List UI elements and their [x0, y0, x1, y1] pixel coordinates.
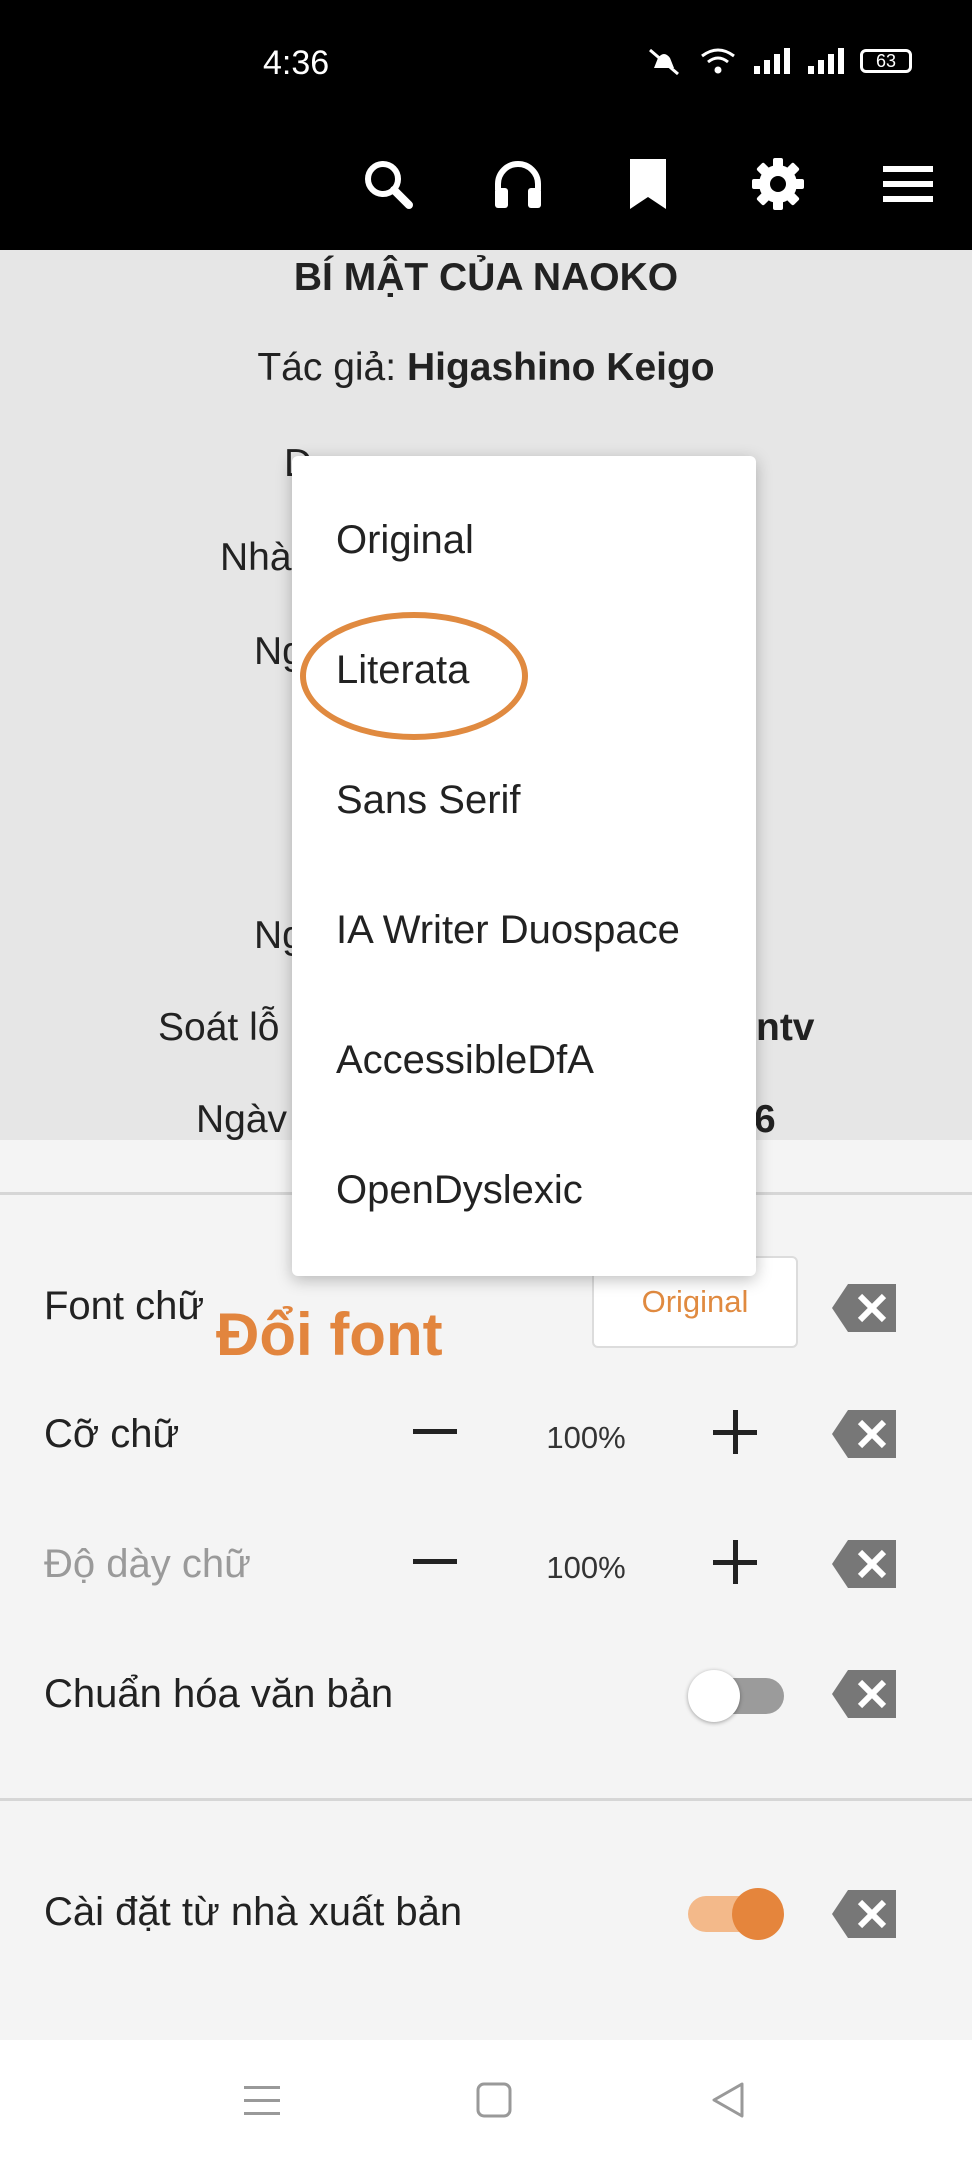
search-button[interactable] — [348, 144, 428, 224]
back-icon — [712, 2082, 744, 2118]
publisher-settings-toggle[interactable] — [688, 1888, 784, 1940]
size-value: 100% — [546, 1420, 626, 1455]
font-option-ia-writer-duospace[interactable]: IA Writer Duospace — [336, 908, 680, 953]
battery-level: 63 — [875, 50, 897, 71]
hamburger-icon — [883, 166, 933, 202]
home-icon — [476, 2082, 512, 2118]
publisher-line-fragment: Nhà — [220, 536, 292, 579]
book-title: BÍ MẬT CỦA NAOKO — [293, 256, 679, 299]
weight-decrease-button[interactable] — [400, 1527, 470, 1597]
bookmark-icon — [630, 159, 666, 209]
settings-button[interactable] — [738, 144, 818, 224]
size-reset-button[interactable] — [830, 1408, 898, 1460]
size-decrease-button[interactable] — [400, 1397, 470, 1467]
minus-icon — [413, 1429, 457, 1434]
reader-toolbar — [0, 118, 972, 250]
weight-label: Độ dày chữ — [44, 1542, 251, 1586]
normalize-label: Chuẩn hóa văn bản — [44, 1672, 394, 1716]
signal-icon-2 — [808, 48, 844, 74]
font-option-opendyslexic[interactable]: OpenDyslexic — [336, 1168, 583, 1213]
proofread-line-fragment: Soát lỗ — [158, 1006, 280, 1049]
recent-apps-button[interactable] — [230, 2068, 294, 2132]
backspace-icon — [832, 1890, 896, 1938]
proofread-line-tail: ntv — [756, 1006, 815, 1049]
signal-icon — [754, 48, 790, 74]
system-nav-bar — [0, 2040, 972, 2160]
author-name: Higashino Keigo — [406, 346, 715, 389]
weight-increase-button[interactable] — [700, 1527, 770, 1597]
date-line-fragment: Ngàv — [196, 1098, 288, 1141]
listen-button[interactable] — [478, 144, 558, 224]
normalize-toggle-knob — [688, 1670, 740, 1722]
font-option-sans-serif[interactable]: Sans Serif — [336, 778, 521, 823]
gear-icon — [752, 158, 804, 210]
font-option-accessibledfa[interactable]: AccessibleDfA — [336, 1038, 594, 1083]
publisher-reset-button[interactable] — [830, 1888, 898, 1940]
battery-icon: 63 — [860, 49, 912, 73]
status-icons: 63 — [644, 46, 912, 76]
normalize-toggle[interactable] — [688, 1670, 784, 1722]
home-button[interactable] — [462, 2068, 526, 2132]
font-label: Font chữ — [44, 1284, 205, 1328]
font-dropdown-menu: Original Literata Sans Serif IA Writer D… — [292, 456, 756, 1276]
annotation-label: Đổi font — [216, 1301, 443, 1368]
backspace-icon — [832, 1670, 896, 1718]
status-bar: 4:36 63 — [0, 0, 972, 118]
wifi-icon — [701, 48, 735, 74]
backspace-icon — [832, 1284, 896, 1332]
size-label: Cỡ chữ — [44, 1412, 180, 1456]
publisher-toggle-knob — [732, 1888, 784, 1940]
headphones-icon — [495, 161, 541, 208]
plus-icon — [713, 1410, 757, 1454]
mute-icon — [649, 48, 679, 76]
weight-value: 100% — [546, 1550, 626, 1585]
backspace-icon — [832, 1410, 896, 1458]
size-increase-button[interactable] — [700, 1397, 770, 1467]
highlight-ring — [300, 612, 528, 740]
panel-divider-middle — [0, 1798, 972, 1801]
search-icon — [365, 161, 413, 209]
normalize-reset-button[interactable] — [830, 1668, 898, 1720]
bookmark-button[interactable] — [608, 144, 688, 224]
menu-button[interactable] — [868, 144, 948, 224]
weight-reset-button[interactable] — [830, 1538, 898, 1590]
author-label: Tác giả: — [257, 346, 407, 389]
plus-icon — [713, 1540, 757, 1584]
status-time: 4:36 — [263, 44, 330, 82]
font-option-original[interactable]: Original — [336, 518, 474, 563]
date-line-tail: 6 — [754, 1098, 776, 1141]
backspace-icon — [832, 1540, 896, 1588]
font-reset-button[interactable] — [830, 1282, 898, 1334]
minus-icon — [413, 1559, 457, 1564]
publisher-settings-label: Cài đặt từ nhà xuất bản — [44, 1890, 463, 1934]
author-line: Tác giả: Higashino Keigo — [0, 346, 972, 390]
recents-icon — [244, 2086, 280, 2115]
back-button[interactable] — [696, 2068, 760, 2132]
